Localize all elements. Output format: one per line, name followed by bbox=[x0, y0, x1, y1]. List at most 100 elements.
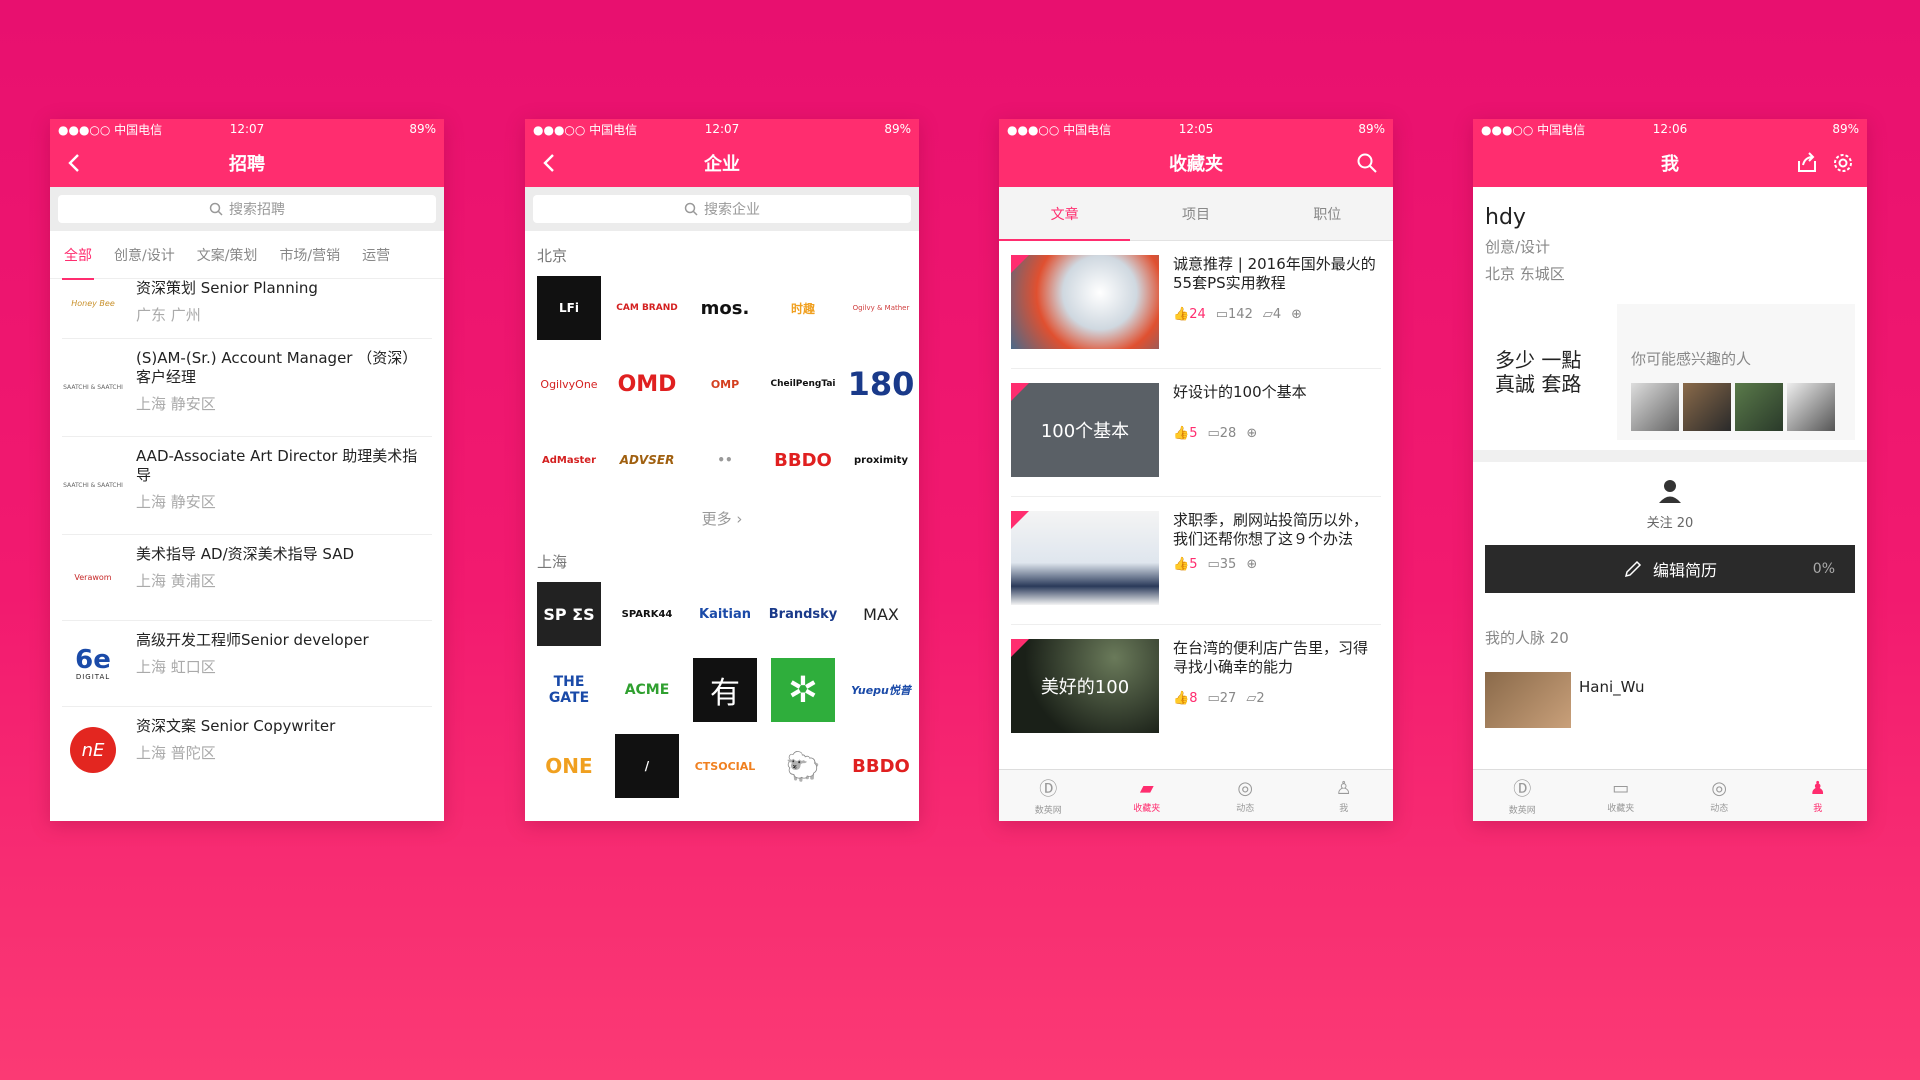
avatar bbox=[1485, 672, 1571, 728]
back-icon[interactable] bbox=[539, 151, 561, 175]
company-logo[interactable]: ONE bbox=[537, 734, 601, 798]
back-icon[interactable] bbox=[64, 151, 86, 175]
job-item[interactable]: 6e DIGITAL 高级开发工程师Senior developer 上海 虹口区 bbox=[62, 621, 432, 707]
job-item[interactable]: nE 资深文案 Senior Copywriter 上海 普陀区 bbox=[62, 707, 432, 793]
article-item[interactable]: 求职季，刷网站投简历以外，我们还帮你想了这９个办法 👍5 ▭35 ⊕ bbox=[1011, 497, 1381, 625]
tab-favorites[interactable]: ▰ 收藏夹 bbox=[1098, 770, 1197, 821]
more-link[interactable]: 更多 › bbox=[525, 492, 919, 551]
company-logo[interactable]: / bbox=[615, 734, 679, 798]
company-logo[interactable]: mos. bbox=[693, 276, 757, 340]
edit-resume-button[interactable]: 编辑简历 0% bbox=[1485, 545, 1855, 593]
company-logo[interactable]: THE GATE bbox=[537, 658, 601, 722]
article-item[interactable]: 诚意推荐 | 2016年国外最火的55套PS实用教程 👍24 ▭142 ▱4 ⊕ bbox=[1011, 241, 1381, 369]
article-item[interactable]: 100个基本 好设计的100个基本 👍5 ▭28 ⊕ bbox=[1011, 369, 1381, 497]
share-icon[interactable]: ⊕ bbox=[1291, 307, 1302, 322]
contact-item[interactable]: Hani_Wu bbox=[1473, 662, 1867, 738]
job-location: 上海 黄浦区 bbox=[136, 572, 216, 590]
tab-me[interactable]: ♟ 我 bbox=[1769, 770, 1868, 821]
avatar[interactable] bbox=[1683, 383, 1731, 431]
company-logo[interactable]: AdMaster bbox=[537, 428, 601, 492]
job-title: (S)AM-(Sr.) Account Manager （资深）客户经理 bbox=[136, 349, 418, 386]
company-logo[interactable]: CheilPengTai bbox=[771, 352, 836, 416]
company-logo[interactable]: ACME bbox=[615, 658, 679, 722]
company-logo[interactable]: Yuepu悦普 bbox=[849, 658, 913, 722]
status-bar: ●●●○○ 中国电信 12:06 89% bbox=[1473, 119, 1867, 139]
company-logo[interactable]: ADVSER bbox=[615, 428, 679, 492]
company-logo[interactable]: 🐑 bbox=[771, 734, 835, 798]
company-logo[interactable]: 时趣 bbox=[771, 276, 835, 340]
battery: 89% bbox=[1358, 122, 1385, 136]
company-logo: nE bbox=[62, 717, 124, 783]
search-icon bbox=[209, 202, 223, 216]
tab-label: 收藏夹 bbox=[1133, 803, 1161, 814]
company-logo[interactable]: SPARK44 bbox=[615, 582, 679, 646]
avatar[interactable] bbox=[1735, 383, 1783, 431]
company-logo[interactable]: MAX bbox=[849, 582, 913, 646]
company-logo[interactable]: 有 bbox=[693, 658, 757, 722]
status-bar: ●●●○○ 中国电信 12:07 89% bbox=[50, 119, 444, 139]
article-title: 求职季，刷网站投简历以外，我们还帮你想了这９个办法 bbox=[1173, 511, 1369, 548]
job-item[interactable]: Verawom 美术指导 AD/资深美术指导 SAD 上海 黄浦区 bbox=[62, 535, 432, 621]
company-logo[interactable]: OgilvyOne bbox=[537, 352, 601, 416]
company-logo[interactable]: CAM BRAND bbox=[615, 276, 679, 340]
filter-copy[interactable]: 文案/策划 bbox=[197, 245, 258, 265]
company-logo[interactable]: Ogilvy & Mather bbox=[849, 276, 913, 340]
tab-label: 数英网 bbox=[1034, 806, 1062, 816]
share-icon[interactable]: ⊕ bbox=[1246, 426, 1257, 441]
gear-icon[interactable] bbox=[1831, 151, 1855, 175]
follow-section[interactable]: 关注 20 bbox=[1473, 462, 1867, 545]
filter-design[interactable]: 创意/设计 bbox=[114, 245, 175, 265]
like-count: 👍5 bbox=[1173, 557, 1198, 572]
tab-home[interactable]: Ⓓ 数英网 bbox=[999, 770, 1098, 821]
tab-jobs[interactable]: 职位 bbox=[1262, 187, 1393, 240]
company-logo[interactable]: •• bbox=[693, 428, 757, 492]
company-logo[interactable]: ✲ bbox=[771, 658, 835, 722]
article-stats: 👍5 ▭35 ⊕ bbox=[1173, 557, 1381, 572]
tab-articles[interactable]: 文章 bbox=[999, 187, 1131, 241]
share-icon[interactable]: ⊕ bbox=[1246, 557, 1257, 572]
edit-resume-label: 编辑简历 bbox=[1652, 561, 1717, 580]
tab-home[interactable]: Ⓓ 数英网 bbox=[1473, 770, 1572, 821]
company-logo[interactable]: proximity bbox=[849, 428, 913, 492]
company-logo[interactable]: Brandsky bbox=[769, 582, 838, 646]
job-title: 高级开发工程师Senior developer bbox=[136, 631, 369, 649]
share-icon[interactable] bbox=[1795, 151, 1819, 175]
company-logo[interactable]: SP ΣS bbox=[537, 582, 601, 646]
company-logo[interactable]: CTSOCIAL bbox=[693, 734, 757, 798]
company-logo[interactable]: OMD bbox=[615, 352, 679, 416]
tab-label: 动态 bbox=[1236, 803, 1255, 814]
search-icon[interactable] bbox=[1355, 151, 1379, 175]
company-logo-text: DIGITAL bbox=[75, 672, 111, 681]
company-logo[interactable]: OMP bbox=[693, 352, 757, 416]
company-logo[interactable]: BBDO bbox=[849, 734, 913, 798]
company-logo[interactable]: 180 bbox=[848, 352, 915, 416]
search-input[interactable]: 搜索招聘 bbox=[58, 195, 436, 223]
avatar[interactable] bbox=[1787, 383, 1835, 431]
company-logo[interactable]: Kaitian bbox=[693, 582, 757, 646]
company-logo: Honey Bee bbox=[71, 299, 115, 308]
company-logo[interactable]: LFi bbox=[537, 276, 601, 340]
suggested-people: 多少 一點 真誠 套路 你可能感兴趣的人 bbox=[1485, 304, 1855, 440]
article-item[interactable]: 美好的100 在台湾的便利店广告里，习得寻找小确幸的能力 👍8 ▭27 ▱2 bbox=[1011, 625, 1381, 753]
follow-count: 关注 20 bbox=[1646, 516, 1694, 531]
tab-activity[interactable]: ◎ 动态 bbox=[1196, 770, 1295, 821]
job-item[interactable]: SAATCHI & SAATCHI AAD-Associate Art Dire… bbox=[62, 437, 432, 535]
avatar[interactable] bbox=[1631, 383, 1679, 431]
filter-all[interactable]: 全部 bbox=[62, 245, 94, 280]
company-logo: 6e DIGITAL bbox=[75, 644, 111, 681]
job-location: 上海 静安区 bbox=[136, 395, 216, 413]
job-item[interactable]: SAATCHI & SAATCHI (S)AM-(Sr.) Account Ma… bbox=[62, 339, 432, 437]
user-name: hdy bbox=[1485, 205, 1526, 230]
search-placeholder: 搜索企业 bbox=[704, 202, 760, 218]
tab-projects[interactable]: 项目 bbox=[1130, 187, 1261, 240]
filter-marketing[interactable]: 市场/营销 bbox=[279, 245, 340, 265]
tab-me[interactable]: ♙ 我 bbox=[1295, 770, 1394, 821]
thumbnail-text: 美好的100 bbox=[1040, 677, 1130, 698]
tab-activity[interactable]: ◎ 动态 bbox=[1670, 770, 1769, 821]
filter-operations[interactable]: 运营 bbox=[362, 245, 390, 265]
tab-favorites[interactable]: ▭ 收藏夹 bbox=[1572, 770, 1671, 821]
phone-profile: ●●●○○ 中国电信 12:06 89% 我 hdy 创意/设计 北京 东城区 … bbox=[1473, 119, 1867, 821]
job-item[interactable]: Honey Bee 资深策划 Senior Planning 广东 广州 bbox=[62, 269, 432, 339]
company-logo[interactable]: BBDO bbox=[771, 428, 835, 492]
search-input[interactable]: 搜索企业 bbox=[533, 195, 911, 223]
